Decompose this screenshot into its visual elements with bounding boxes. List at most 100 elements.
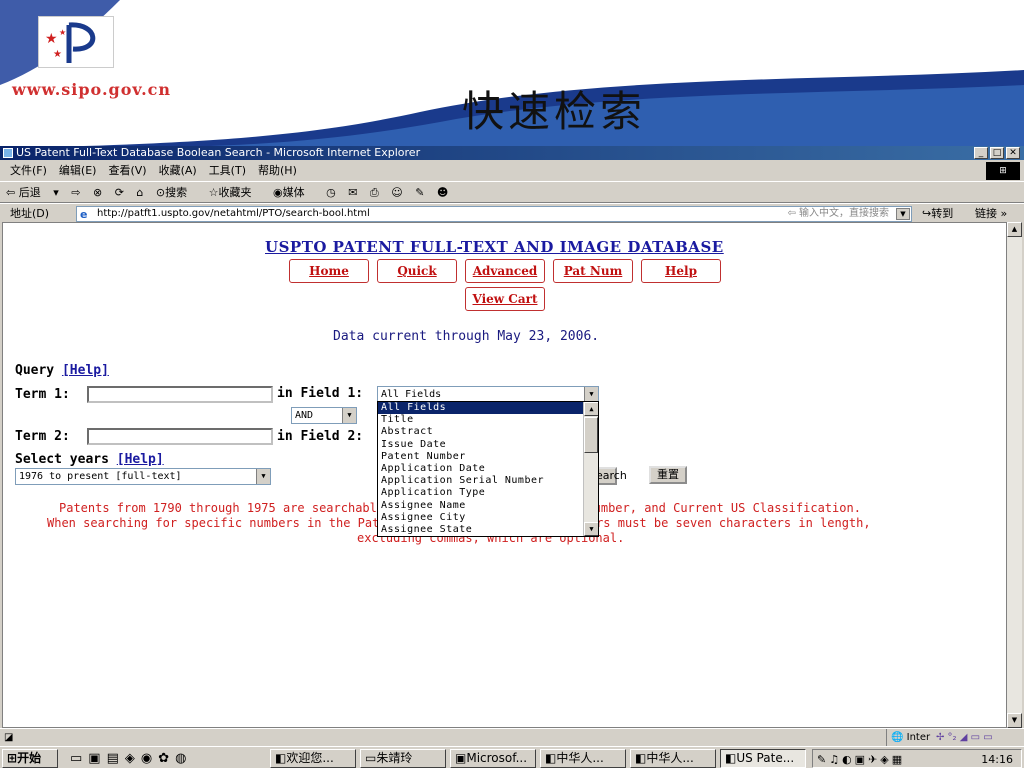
task-button[interactable]: ◧中华人... [540, 749, 626, 768]
scroll-down-icon[interactable]: ▼ [1007, 713, 1022, 728]
links-button[interactable]: 链接 » [975, 204, 1007, 224]
standard-toolbar: ⇦ 后退 ▾ ⇨ ⊗ ⟳ ⌂ ⊙搜索 ☆收藏夹 ◉媒体 ◷ ✉ ⎙ ☺ ✎ ☻ [0, 181, 1024, 203]
favorites-label: 收藏夹 [218, 186, 252, 199]
svg-text:★: ★ [45, 31, 58, 47]
query-label: Query [15, 363, 55, 378]
slide-title: 快速检索 [462, 87, 647, 136]
field1-label: in Field 1: [277, 386, 364, 401]
messenger-icon[interactable]: ☺ [391, 182, 402, 204]
task-button[interactable]: ▭朱靖玲 [360, 749, 446, 768]
smiley-icon[interactable]: ☻ [437, 182, 448, 204]
quick-nav-button[interactable]: Quick [377, 259, 457, 283]
mail-icon[interactable]: ✉ [348, 182, 357, 204]
refresh-icon[interactable]: ⟳ [115, 182, 124, 204]
pat-num-nav-button[interactable]: Pat Num [553, 259, 633, 283]
favorites-button[interactable]: ☆收藏夹 [209, 182, 261, 204]
search-label: 搜索 [165, 186, 188, 199]
page-scrollbar[interactable]: ▲ ▼ [1007, 222, 1022, 728]
task-label: Microsof... [466, 751, 528, 765]
address-bar: 地址(D) e http://patft1.uspto.gov/netahtml… [0, 203, 1024, 223]
field-option[interactable]: Application Serial Number [378, 475, 598, 487]
system-tray: ✎♫◐▣✈◈▦ 14:16 [812, 749, 1022, 768]
task-button[interactable]: ◧欢迎您... [270, 749, 356, 768]
field-option[interactable]: Application Date [378, 463, 598, 475]
window-title: US Patent Full-Text Database Boolean Sea… [16, 146, 421, 159]
options-scroll-thumb[interactable] [584, 417, 598, 453]
field-option[interactable]: All Fields [378, 402, 598, 415]
scroll-up-icon[interactable]: ▲ [1007, 222, 1022, 237]
site-url-text: www.sipo.gov.cn [12, 80, 172, 99]
operator-dropdown-icon[interactable]: ▼ [342, 408, 356, 423]
close-button[interactable]: ✕ [1006, 147, 1020, 159]
media-button[interactable]: ◉媒体 [273, 182, 314, 204]
address-dropdown-icon[interactable]: ▼ [896, 208, 910, 220]
field-option[interactable]: Assignee Name [378, 500, 598, 512]
menu-favorites[interactable]: 收藏(A) [153, 161, 203, 180]
reset-button[interactable]: 重置 [649, 466, 687, 484]
database-title[interactable]: USPTO PATENT FULL-TEXT AND IMAGE DATABAS… [265, 238, 724, 256]
go-label: 转到 [931, 207, 954, 220]
forward-button[interactable]: ⇨ [71, 182, 80, 204]
start-button[interactable]: ⊞开始 [2, 749, 58, 768]
menu-view[interactable]: 查看(V) [102, 161, 152, 180]
edit-icon[interactable]: ✎ [415, 182, 424, 204]
field-option[interactable]: Issue Date [378, 439, 598, 451]
years-dropdown-icon[interactable]: ▼ [256, 469, 270, 484]
options-scroll-down-icon[interactable]: ▼ [584, 522, 598, 536]
field-option[interactable]: Assignee State [378, 524, 598, 536]
field-option[interactable]: Title [378, 414, 598, 426]
help-nav-button[interactable]: Help [641, 259, 721, 283]
svg-text:★: ★ [53, 49, 62, 60]
term1-label: Term 1: [15, 387, 70, 402]
menu-file[interactable]: 文件(F) [4, 161, 53, 180]
windows-logo-icon: ⊞ [986, 162, 1020, 180]
select-years-label: Select years [15, 452, 109, 467]
field-option[interactable]: Assignee City [378, 512, 598, 524]
options-scrollbar[interactable]: ▲ ▼ [583, 402, 598, 536]
internet-zone: 🌐 Inter [886, 729, 930, 746]
query-help-link[interactable]: [Help] [62, 363, 109, 378]
back-dropdown-icon[interactable]: ▾ [53, 182, 59, 204]
advanced-nav-button[interactable]: Advanced [465, 259, 545, 283]
field1-options-list[interactable]: All Fields Title Abstract Issue Date Pat… [377, 401, 599, 537]
home-nav-button[interactable]: Home [289, 259, 369, 283]
stop-icon[interactable]: ⊗ [93, 182, 102, 204]
go-button[interactable]: ↪转到 [922, 204, 953, 224]
field-option[interactable]: Abstract [378, 426, 598, 438]
home-icon[interactable]: ⌂ [136, 182, 143, 204]
operator-select[interactable]: AND ▼ [291, 407, 357, 424]
print-icon[interactable]: ⎙ [370, 182, 379, 204]
menu-edit[interactable]: 编辑(E) [53, 161, 103, 180]
menu-help[interactable]: 帮助(H) [252, 161, 303, 180]
field2-label: in Field 2: [277, 429, 364, 444]
years-select[interactable]: 1976 to present [full-text] ▼ [15, 468, 271, 485]
svg-text:★: ★ [59, 28, 66, 37]
task-button[interactable]: ◧US Pate... [720, 749, 806, 768]
menu-bar: 文件(F) 编辑(E) 查看(V) 收藏(A) 工具(T) 帮助(H) [0, 161, 1024, 180]
ie-icon [3, 148, 13, 158]
view-cart-button[interactable]: View Cart [465, 287, 545, 311]
quick-launch-icons[interactable]: ▭▣▤◈◉✿◍ [70, 749, 192, 769]
address-input[interactable]: e http://patft1.uspto.gov/netahtml/PTO/s… [76, 206, 912, 222]
status-bar: ◪ 🌐 Inter ✢ °₂ ◢ ▭ ▭ [0, 728, 1024, 746]
task-button[interactable]: ◧中华人... [630, 749, 716, 768]
back-button[interactable]: ⇦ 后退 [6, 182, 41, 204]
minimize-button[interactable]: _ [974, 147, 988, 159]
term1-input[interactable] [87, 386, 273, 403]
task-button[interactable]: ▣Microsof... [450, 749, 536, 768]
tray-icons[interactable]: ✎♫◐▣✈◈▦ [817, 750, 905, 770]
field-option[interactable]: Application Type [378, 487, 598, 499]
search-button[interactable]: ⊙搜索 [156, 182, 196, 204]
query-row: Query [Help] [15, 363, 109, 378]
page-content: USPTO PATENT FULL-TEXT AND IMAGE DATABAS… [2, 222, 1007, 728]
menu-tools[interactable]: 工具(T) [203, 161, 252, 180]
ime-icons[interactable]: ✢ °₂ ◢ ▭ ▭ [936, 729, 993, 746]
years-help-link[interactable]: [Help] [117, 452, 164, 467]
options-scroll-up-icon[interactable]: ▲ [584, 402, 598, 416]
field-option[interactable]: Patent Number [378, 451, 598, 463]
history-icon[interactable]: ◷ [326, 182, 336, 204]
maximize-button[interactable]: □ [990, 147, 1004, 159]
term2-input[interactable] [87, 428, 273, 445]
taskbar: ⊞开始 ▭▣▤◈◉✿◍ ◧欢迎您... ▭朱靖玲 ▣Microsof... ◧中… [0, 746, 1024, 768]
field1-dropdown-icon[interactable]: ▼ [584, 387, 598, 402]
